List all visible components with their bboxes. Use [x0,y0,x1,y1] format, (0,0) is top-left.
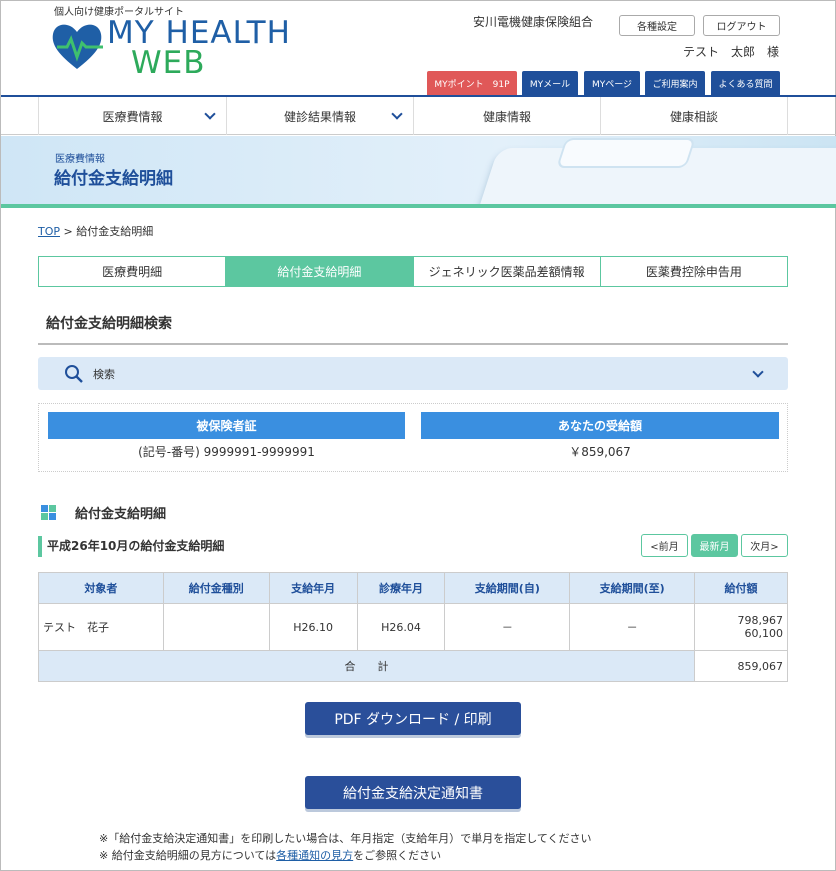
sub-tabs: 医療費明細 給付金支給明細 ジェネリック医薬品差額情報 医薬費控除申告用 [38,256,788,287]
search-section-title: 給付金支給明細検索 [46,316,172,332]
nav-label: 健康相談 [669,109,718,124]
breadcrumb-separator: > [60,225,77,238]
organization-name: 安川電機健康保険組合 [473,15,594,29]
my-points-link[interactable]: MYポイント 91P [427,71,517,95]
main-nav: 医療費情報 健診結果情報 健康情報 健康相談 [1,95,836,135]
note-print: ※「給付金支給決定通知書」を印刷したい場合は、年月指定（支給年月）で単月を指定し… [99,832,592,845]
notice-guide-link[interactable]: 各種通知の見方 [276,849,353,862]
tab-medical-statement[interactable]: 医療費明細 [39,257,225,286]
column-header: 給付金種別 [162,572,270,604]
section-divider [38,343,788,345]
chevron-down-icon [391,108,403,120]
nav-label: 医療費情報 [102,109,163,124]
breadcrumb: TOP > 給付金支給明細 [38,223,153,239]
cell-type [162,603,270,651]
faq-link[interactable]: よくある質問 [711,71,780,95]
column-header: 診療年月 [356,572,446,604]
benefit-table: 対象者 給付金種別 支給年月 診療年月 支給期間(自) 支給期間(至) 給付額 … [37,572,788,682]
my-mail-link[interactable]: MYメール [522,71,578,95]
received-amount-value: ￥859,067 [569,444,631,459]
banner-divider [1,204,836,208]
amount-line: 60,100 [744,627,784,640]
logo-text-bottom: WEB [131,45,206,81]
search-label: 検索 [93,368,115,381]
banner-subtitle: 医療費情報 [55,154,105,165]
heart-logo-icon [52,24,103,69]
received-amount-header: あなたの受給額 [421,412,779,439]
table-header-row: 対象者 給付金種別 支給年月 診療年月 支給期間(自) 支給期間(至) 給付額 [38,572,788,604]
nav-checkup-results[interactable]: 健診結果情報 [226,97,413,135]
user-name: テスト 太郎 様 [683,45,780,59]
tab-benefit-statement[interactable]: 給付金支給明細 [225,257,413,286]
search-icon [65,365,83,383]
total-label: 合 計 [37,650,696,682]
table-row: テスト 花子 H26.10 H26.04 － － 798,967 60,100 [38,603,788,651]
cell-treat-month: H26.04 [356,603,446,651]
chevron-down-icon [752,366,764,378]
column-header: 給付額 [694,572,788,604]
note-text: をご参照ください [353,849,442,862]
page-title: 給付金支給明細 [54,169,173,189]
column-header: 支給年月 [268,572,358,604]
cell-period-from: － [444,603,571,651]
column-header: 支給期間(自) [444,572,571,604]
insured-card-header: 被保険者証 [48,412,405,439]
note-text: ※ 給付金支給明細の見方については [99,849,277,862]
cell-amount: 798,967 60,100 [694,603,788,651]
logout-button[interactable]: ログアウト [703,15,780,36]
column-header: 支給期間(至) [569,572,696,604]
nav-health-info[interactable]: 健康情報 [413,97,600,135]
breadcrumb-current: 給付金支給明細 [76,225,154,238]
banner-illustration-card [556,138,696,168]
month-title: 平成26年10月の給付金支給明細 [38,536,224,557]
settings-button[interactable]: 各種設定 [619,15,695,36]
column-header: 対象者 [38,572,164,604]
site-logo[interactable]: MY HEALTH WEB [49,15,290,81]
nav-medical-costs[interactable]: 医療費情報 [38,97,226,135]
latest-month-button[interactable]: 最新月 [691,534,738,557]
next-month-button[interactable]: 次月> [741,534,788,557]
note-howto: ※ 給付金支給明細の見方については各種通知の見方をご参照ください [99,847,441,863]
usage-guide-link[interactable]: ご利用案内 [645,71,705,95]
tab-generic-drug-diff[interactable]: ジェネリック医薬品差額情報 [412,257,600,286]
nav-label: 健康情報 [482,109,531,124]
cell-pay-month: H26.10 [268,603,358,651]
chevron-down-icon [204,108,216,120]
page-banner: 医療費情報 給付金支給明細 [1,136,836,208]
grid-icon [41,505,56,520]
detail-section-title: 給付金支給明細 [75,507,167,522]
amount-line: 798,967 [737,614,784,627]
total-value: 859,067 [694,650,788,682]
benefit-notice-button[interactable]: 給付金支給決定通知書 [305,776,521,809]
nav-health-consult[interactable]: 健康相談 [600,97,788,135]
page-frame: 個人向け健康ポータルサイト MY HEALTH WEB 安川電機健康保険組合 各… [0,0,836,871]
pdf-download-button[interactable]: PDF ダウンロード / 印刷 [305,702,521,735]
search-accordion[interactable]: 検索 [38,357,788,390]
my-page-link[interactable]: MYページ [584,71,640,95]
prev-month-button[interactable]: <前月 [641,534,688,557]
tab-medical-deduction[interactable]: 医薬費控除申告用 [599,257,787,286]
summary-box: 被保険者証 あなたの受給額 (記号-番号) 9999991-9999991 ￥8… [38,403,788,472]
nav-label: 健診結果情報 [283,109,356,124]
table-total-row: 合 計 859,067 [37,650,788,682]
breadcrumb-top-link[interactable]: TOP [38,225,60,238]
cell-person: テスト 花子 [38,603,164,651]
cell-period-to: － [569,603,696,651]
insured-card-value: (記号-番号) 9999991-9999991 [138,444,315,459]
